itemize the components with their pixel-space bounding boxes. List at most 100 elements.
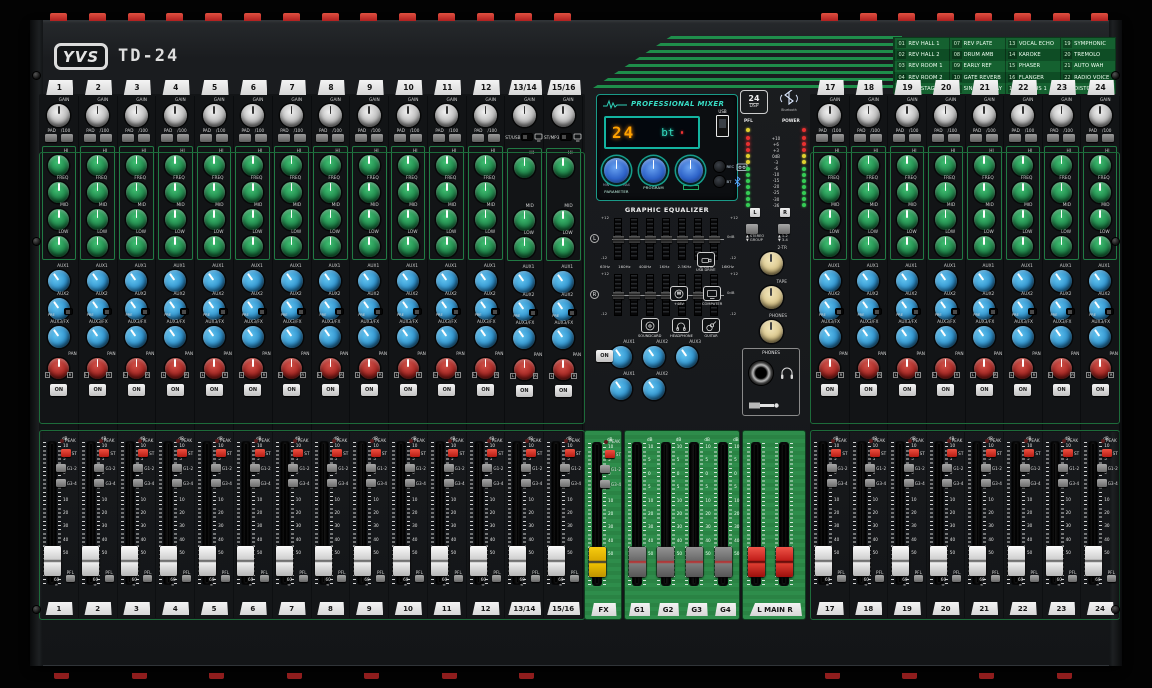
aux3-fx-knob[interactable] <box>199 322 230 353</box>
hpf-button[interactable] <box>832 134 844 142</box>
eq-hi-knob[interactable] <box>281 155 302 176</box>
gain-knob[interactable] <box>241 104 264 127</box>
phones-knob[interactable] <box>760 320 783 343</box>
eq-mid-freq-knob[interactable] <box>242 182 263 203</box>
geq-band-slider[interactable] <box>614 274 622 316</box>
geq-slider-cap[interactable] <box>645 236 656 243</box>
group-3-4-button[interactable] <box>56 479 66 487</box>
gain-knob[interactable] <box>125 104 148 127</box>
aux3-fx-knob[interactable] <box>892 322 923 353</box>
stereo-source-switch[interactable] <box>522 134 532 140</box>
group-1-2-button[interactable] <box>133 464 143 472</box>
channel-on-button[interactable]: ON <box>937 384 954 396</box>
eq-hi-knob[interactable] <box>1012 155 1033 176</box>
eq-low-knob[interactable] <box>48 236 69 257</box>
fader-cap[interactable] <box>657 547 674 577</box>
fader-cap[interactable] <box>276 546 293 576</box>
fader-cap[interactable] <box>1046 546 1063 576</box>
eq-hi-knob[interactable] <box>242 155 263 176</box>
pfl-button[interactable] <box>143 575 152 582</box>
st-assign-button[interactable] <box>526 449 536 457</box>
program-knob[interactable] <box>641 158 666 183</box>
geq-slider-cap[interactable] <box>677 236 688 243</box>
st-assign-button[interactable] <box>61 449 71 457</box>
st-assign-button[interactable] <box>487 449 497 457</box>
eq-hi-knob[interactable] <box>935 155 956 176</box>
eq-low-knob[interactable] <box>359 236 380 257</box>
fader-cap[interactable] <box>930 546 947 576</box>
pfl-button[interactable] <box>454 575 463 582</box>
pad-button[interactable] <box>970 134 982 142</box>
pfl-button[interactable] <box>260 575 269 582</box>
st-assign-button[interactable] <box>138 449 148 457</box>
pre-switch[interactable] <box>492 309 499 314</box>
eq-hi-knob[interactable] <box>858 155 879 176</box>
eq-mid-knob[interactable] <box>165 209 186 230</box>
gain-knob[interactable] <box>934 104 957 127</box>
gain-knob[interactable] <box>896 104 919 127</box>
geq-slider-cap[interactable] <box>661 236 672 243</box>
group-1-2-button[interactable] <box>327 464 337 472</box>
eq-hi-knob[interactable] <box>897 155 918 176</box>
eq-hi-knob[interactable] <box>204 155 225 176</box>
channel-on-button[interactable]: ON <box>322 384 339 396</box>
group-1-2-button[interactable] <box>250 464 260 472</box>
geq-slider-cap[interactable] <box>613 292 624 299</box>
pre-switch[interactable] <box>990 309 997 314</box>
channel-on-button[interactable]: ON <box>400 384 417 396</box>
eq-mid-knob[interactable] <box>475 209 496 230</box>
eq-hi-knob[interactable] <box>819 155 840 176</box>
pre-switch[interactable] <box>104 309 111 314</box>
eq-low-knob[interactable] <box>281 236 302 257</box>
group-1-2-button[interactable] <box>211 464 221 472</box>
hpf-button[interactable] <box>255 134 267 142</box>
st-assign-button[interactable] <box>605 450 615 458</box>
eq-low-knob[interactable] <box>514 237 535 258</box>
eq-hi-knob[interactable] <box>475 155 496 176</box>
master-aux3-knob[interactable] <box>672 342 703 373</box>
group-3-4-button[interactable] <box>482 479 492 487</box>
eq-low-knob[interactable] <box>126 236 147 257</box>
aux3-fx-knob[interactable] <box>82 322 113 353</box>
group-3-4-button[interactable] <box>1097 479 1107 487</box>
group-1-2-button[interactable] <box>1058 464 1068 472</box>
pre-switch[interactable] <box>453 309 460 314</box>
right-assign-button[interactable]: R <box>780 208 790 217</box>
channel-on-button[interactable]: ON <box>167 384 184 396</box>
eq-mid-knob[interactable] <box>242 209 263 230</box>
eq-mid-knob[interactable] <box>48 209 69 230</box>
geq-band-slider[interactable] <box>630 218 638 260</box>
eq-mid-knob[interactable] <box>1051 209 1072 230</box>
aux3-fx-knob[interactable] <box>238 322 269 353</box>
st-assign-button[interactable] <box>177 449 187 457</box>
st-assign-button[interactable] <box>216 449 226 457</box>
eq-mid-freq-knob[interactable] <box>320 182 341 203</box>
channel-on-button[interactable]: ON <box>821 384 838 396</box>
fader-cap[interactable] <box>1085 546 1102 576</box>
group-1-2-button[interactable] <box>942 464 952 472</box>
pad-button[interactable] <box>433 134 445 142</box>
usb-port[interactable] <box>716 115 729 137</box>
eq-hi-knob[interactable] <box>1051 155 1072 176</box>
eq-low-knob[interactable] <box>87 236 108 257</box>
channel-on-button[interactable]: ON <box>89 384 106 396</box>
st-assign-button[interactable] <box>870 449 880 457</box>
fader-cap[interactable] <box>82 546 99 576</box>
pad-button[interactable] <box>1086 134 1098 142</box>
pad-button[interactable] <box>45 134 57 142</box>
gain-knob[interactable] <box>397 104 420 127</box>
eq-mid-knob[interactable] <box>126 209 147 230</box>
aux3-fx-knob[interactable] <box>509 323 540 354</box>
pfl-button[interactable] <box>991 575 1000 582</box>
hpf-button[interactable] <box>332 134 344 142</box>
channel-on-button[interactable]: ON <box>516 385 533 397</box>
fader-cap[interactable] <box>121 546 138 576</box>
channel-on-button[interactable]: ON <box>50 384 67 396</box>
pre-switch[interactable] <box>1067 309 1074 314</box>
pre-switch[interactable] <box>181 309 188 314</box>
fader-cap[interactable] <box>853 546 870 576</box>
pre-switch[interactable] <box>913 309 920 314</box>
eq-hi-knob[interactable] <box>1090 155 1111 176</box>
group-3-4-button[interactable] <box>133 479 143 487</box>
channel-on-button[interactable]: ON <box>1014 384 1031 396</box>
